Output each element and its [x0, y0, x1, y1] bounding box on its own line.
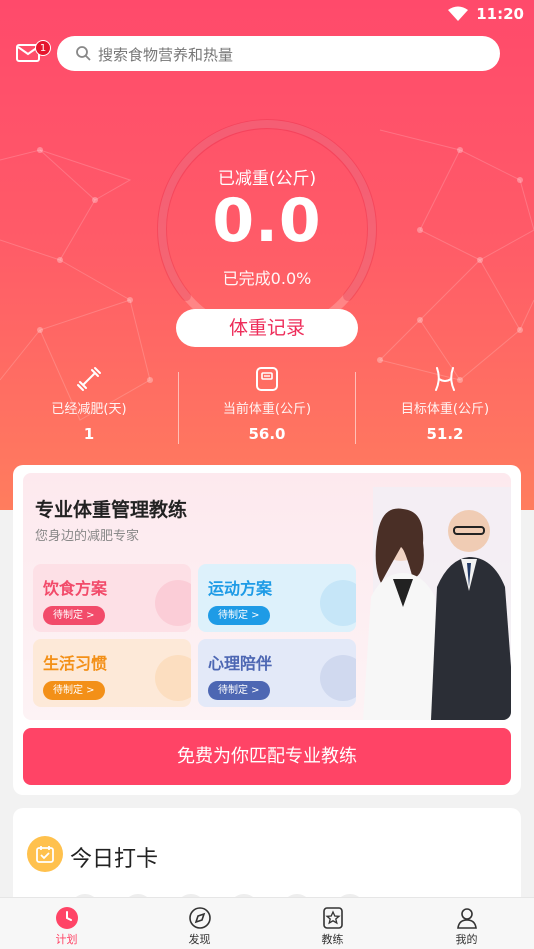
tile-decoration [320, 655, 356, 701]
status-time: 11:20 [476, 5, 524, 23]
completion-text: 已完成0.0% [222, 269, 312, 288]
tab-label: 计划 [55, 933, 78, 946]
tile-decoration [155, 655, 191, 701]
stat-value: 51.2 [426, 425, 464, 443]
checkin-title: 今日打卡 [70, 847, 159, 872]
tile-decoration [155, 580, 191, 626]
clock-icon [55, 907, 78, 929]
waist-icon [435, 367, 455, 391]
bottom-tab-bar: 计划 发现 教练 我的 [0, 897, 534, 949]
tile-exercise-plan[interactable]: 运动方案 待制定 > [198, 564, 356, 632]
tile-title: 饮食方案 [43, 579, 108, 598]
calendar-icon [27, 836, 63, 872]
coach-banner: 专业体重管理教练 您身边的减肥专家 饮食方案 待制定 > 运动方案 待制定 > … [23, 473, 511, 720]
coach-card: 专业体重管理教练 您身边的减肥专家 饮食方案 待制定 > 运动方案 待制定 > … [13, 465, 521, 795]
scale-icon [256, 367, 278, 391]
stat-label: 当前体重(公斤) [222, 402, 312, 417]
tile-title: 运动方案 [208, 579, 273, 598]
stat-value: 1 [83, 425, 95, 443]
tile-status[interactable]: 待制定 > [43, 681, 105, 700]
coach-title: 专业体重管理教练 [35, 499, 188, 521]
stat-value: 56.0 [248, 425, 286, 443]
search-icon [76, 46, 91, 61]
status-bar: 11:20 [0, 0, 534, 30]
dumbbell-icon [77, 367, 101, 391]
coach-photo [363, 487, 511, 720]
match-coach-button[interactable]: 免费为你匹配专业教练 [23, 728, 511, 785]
stat-label: 已经减肥(天) [51, 402, 127, 417]
mail-badge: 1 [35, 40, 51, 56]
tab-coach[interactable]: 教练 [266, 898, 399, 949]
tab-me[interactable]: 我的 [400, 898, 533, 949]
tile-status[interactable]: 待制定 > [208, 606, 270, 625]
weight-record-button[interactable]: 体重记录 [176, 309, 358, 347]
tile-diet-plan[interactable]: 饮食方案 待制定 > [33, 564, 191, 632]
person-icon [456, 908, 477, 929]
checkin-card: 今日打卡 [13, 808, 521, 908]
tile-status[interactable]: 待制定 > [208, 681, 270, 700]
tile-decoration [320, 580, 356, 626]
wifi-icon [448, 6, 468, 21]
star-badge-icon [322, 907, 343, 929]
tab-label: 我的 [455, 933, 478, 946]
tile-status[interactable]: 待制定 > [43, 606, 105, 625]
tab-label: 教练 [321, 933, 344, 946]
stat-target-weight: 目标体重(公斤) 51.2 [356, 362, 534, 448]
tile-title: 心理陪伴 [208, 654, 273, 673]
search-placeholder: 搜索食物营养和热量 [98, 46, 234, 64]
search-bar[interactable]: 搜索食物营养和热量 [57, 36, 500, 71]
lost-weight-value: 0.0 [212, 186, 322, 256]
tab-discover[interactable]: 发现 [133, 898, 266, 949]
tile-psych-support[interactable]: 心理陪伴 待制定 > [198, 639, 356, 707]
stat-label: 目标体重(公斤) [400, 402, 490, 417]
tile-title: 生活习惯 [43, 654, 108, 673]
stat-days: 已经减肥(天) 1 [0, 362, 178, 448]
tab-label: 发现 [188, 933, 211, 946]
stat-current-weight: 当前体重(公斤) 56.0 [178, 362, 356, 448]
coach-subtitle: 您身边的减肥专家 [35, 529, 140, 544]
tab-plan[interactable]: 计划 [0, 898, 133, 949]
tile-life-habits[interactable]: 生活习惯 待制定 > [33, 639, 191, 707]
compass-icon [188, 907, 211, 929]
